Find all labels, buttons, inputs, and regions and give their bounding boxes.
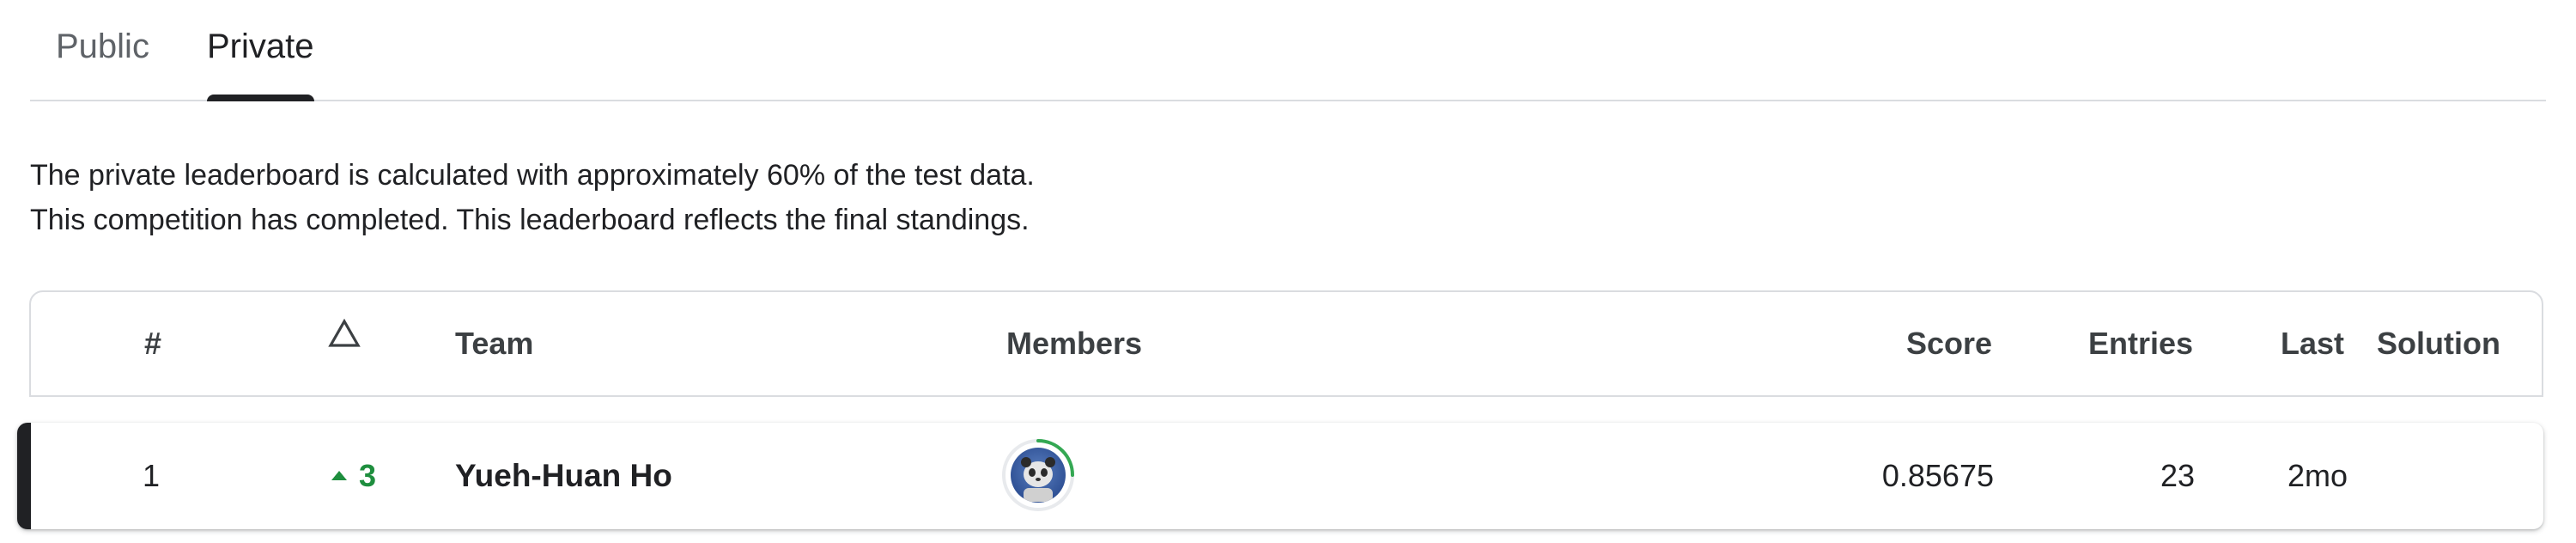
row-change-value: 3	[359, 458, 377, 493]
tab-public-label: Public	[56, 27, 149, 65]
delta-triangle-icon	[328, 319, 361, 348]
table-header: # Team Members Score Entries Last Soluti…	[29, 290, 2543, 397]
header-solution: Solution	[2377, 326, 2500, 361]
row-score: 0.85675	[1881, 458, 1994, 493]
header-score: Score	[1905, 326, 1992, 361]
tab-public[interactable]: Public	[56, 24, 149, 100]
row-change: 3	[331, 423, 376, 529]
header-entries: Entries	[2087, 326, 2193, 361]
row-team-name[interactable]: Yueh-Huan Ho	[455, 423, 672, 529]
table-row[interactable]: 1 3 Yueh-Huan Ho 0.85675 23 2mo	[17, 423, 2543, 529]
row-rank: 1	[142, 458, 161, 493]
avatar-icon	[1002, 439, 1074, 511]
description-line-2: This competition has completed. This lea…	[30, 204, 1030, 236]
row-entries: 23	[2160, 458, 2195, 493]
leaderboard-page: Public Private The private leaderboard i…	[0, 0, 2576, 543]
active-tab-indicator	[207, 95, 314, 101]
header-rank: #	[143, 326, 162, 361]
header-change	[319, 292, 370, 395]
tab-private-label: Private	[207, 27, 314, 65]
tab-private[interactable]: Private	[207, 24, 314, 101]
leaderboard-tabs: Public Private	[30, 0, 2546, 101]
header-members: Members	[1006, 326, 1143, 361]
description-line-1: The private leaderboard is calculated wi…	[30, 159, 1035, 192]
member-avatar[interactable]	[1001, 438, 1075, 512]
row-last: 2mo	[2287, 458, 2348, 493]
arrow-up-icon	[331, 470, 347, 480]
header-team: Team	[455, 326, 534, 361]
leaderboard-description: The private leaderboard is calculated wi…	[30, 153, 1035, 242]
header-last: Last	[2280, 326, 2344, 361]
